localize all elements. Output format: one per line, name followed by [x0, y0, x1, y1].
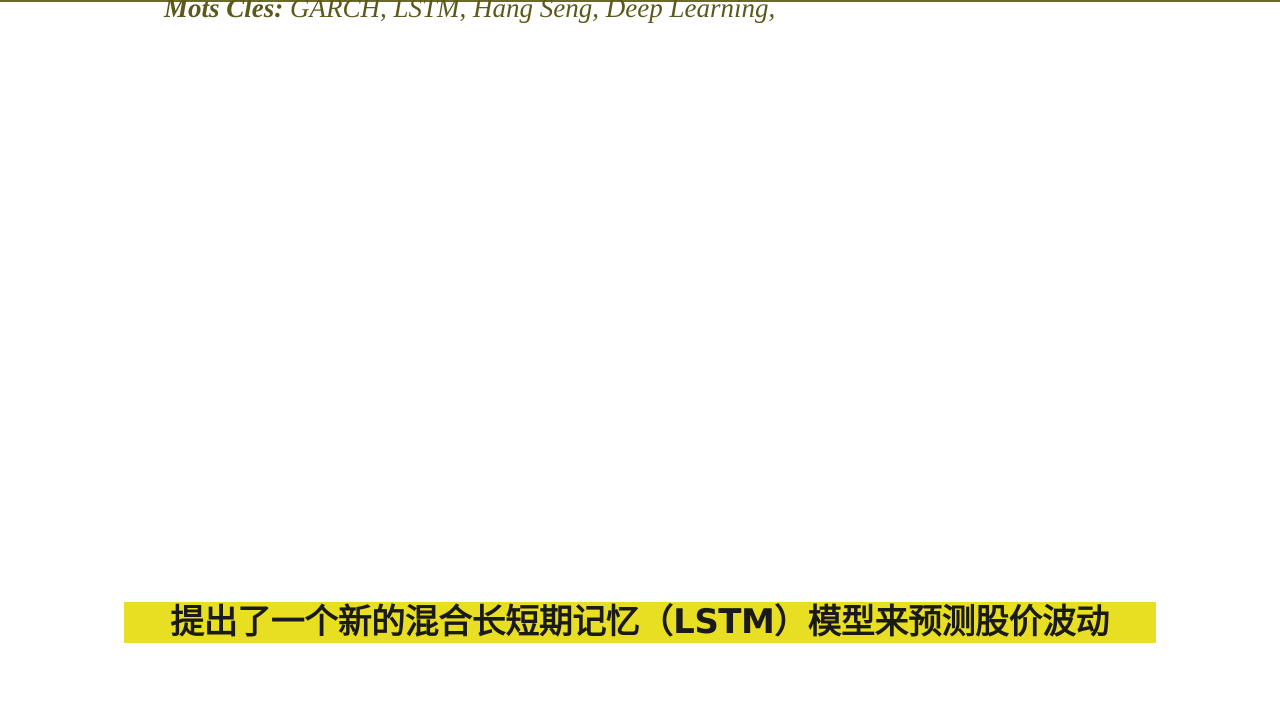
keywords-label: Mots Clés:	[164, 0, 284, 23]
subtitle-text: 提出了一个新的混合长短期记忆（LSTM）模型来预测股价波动	[170, 602, 1110, 642]
subtitle-caption: 提出了一个新的混合长短期记忆（LSTM）模型来预测股价波动	[124, 602, 1156, 643]
keywords-line: Mots Clés: GARCH, LSTM, Hang Seng, Deep …	[164, 0, 775, 24]
video-frame: Mots Clés: GARCH, LSTM, Hang Seng, Deep …	[0, 0, 1280, 720]
keywords-text: GARCH, LSTM, Hang Seng, Deep Learning,	[283, 0, 776, 23]
